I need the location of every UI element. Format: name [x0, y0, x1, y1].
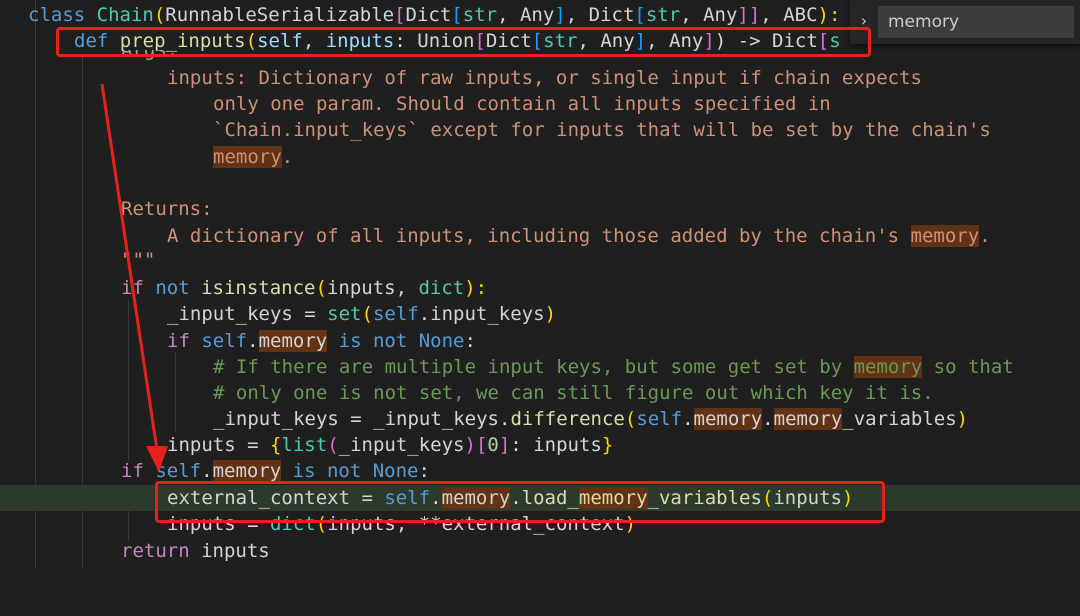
annotation-arrow — [100, 83, 168, 472]
code-editor[interactable]: class Chain(RunnableSerializable[Dict[st… — [0, 0, 1080, 568]
